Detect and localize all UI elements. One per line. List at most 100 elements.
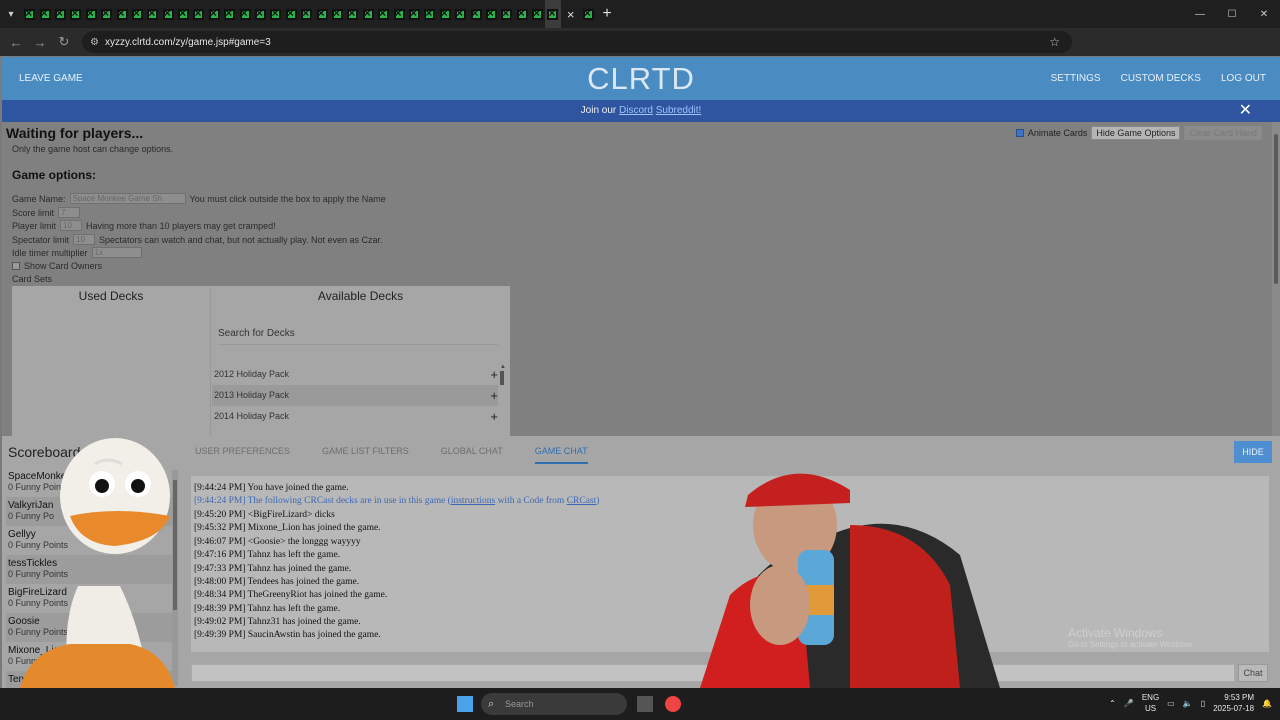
browser-tab[interactable] bbox=[422, 0, 437, 28]
chat-send-button[interactable]: Chat bbox=[1238, 664, 1268, 682]
browser-tab[interactable] bbox=[84, 0, 99, 28]
browser-tab[interactable] bbox=[299, 0, 314, 28]
scroll-thumb[interactable] bbox=[500, 371, 504, 385]
browser-tab[interactable] bbox=[253, 0, 268, 28]
subreddit-link[interactable]: Subreddit! bbox=[656, 105, 702, 116]
deck-item[interactable]: 2014 Holiday Pack + bbox=[212, 406, 498, 427]
tab-game-list-filters[interactable]: GAME LIST FILTERS bbox=[322, 446, 409, 464]
windows-start-icon[interactable] bbox=[457, 696, 473, 712]
animate-cards-checkbox[interactable] bbox=[1015, 129, 1024, 137]
browser-tab[interactable] bbox=[376, 0, 391, 28]
scroll-up-icon[interactable]: ▲ bbox=[500, 364, 506, 370]
back-icon[interactable]: ← bbox=[4, 35, 28, 50]
clear-hand-button[interactable]: Clear Card Hand bbox=[1184, 126, 1262, 140]
tray-overflow-icon[interactable]: ⌃ bbox=[1109, 699, 1116, 708]
tab-favicon-icon bbox=[301, 6, 313, 20]
taskbar-clock[interactable]: 9:53 PM 2025-07-18 bbox=[1213, 692, 1254, 714]
close-window-icon[interactable]: ✕ bbox=[1248, 0, 1280, 28]
logout-link[interactable]: LOG OUT bbox=[1221, 73, 1266, 84]
minimize-icon[interactable]: — bbox=[1184, 0, 1216, 28]
task-view-icon[interactable] bbox=[637, 696, 653, 712]
volume-icon[interactable]: 🔈 bbox=[1183, 699, 1193, 708]
browser-tab[interactable] bbox=[330, 0, 345, 28]
browser-tab[interactable] bbox=[499, 0, 514, 28]
tab-game-chat[interactable]: GAME CHAT bbox=[534, 446, 588, 464]
browser-tab[interactable] bbox=[222, 0, 237, 28]
hide-panel-button[interactable]: HIDE bbox=[1234, 441, 1272, 463]
tab-search-icon[interactable]: ▾ bbox=[0, 0, 22, 28]
crcast-link[interactable]: CRCast bbox=[304, 496, 334, 506]
battery-icon[interactable]: ▯ bbox=[1201, 699, 1205, 708]
browser-tab[interactable] bbox=[130, 0, 145, 28]
crcast-link[interactable]: CRCast bbox=[567, 496, 597, 506]
browser-tab[interactable] bbox=[176, 0, 191, 28]
browser-tab[interactable] bbox=[284, 0, 299, 28]
deck-item[interactable]: 2012 Holiday Pack + bbox=[212, 364, 498, 385]
browser-tab[interactable] bbox=[207, 0, 222, 28]
url-field[interactable]: ⚙ xyzzy.clrtd.com/zy/game.jsp#game=3 ☆ bbox=[82, 31, 1072, 53]
tab-favicon-icon bbox=[208, 6, 220, 20]
browser-tab[interactable] bbox=[145, 0, 160, 28]
custom-decks-link[interactable]: CUSTOM DECKS bbox=[1121, 73, 1201, 84]
microphone-icon[interactable]: 🎤 bbox=[1124, 699, 1134, 708]
browser-tab[interactable] bbox=[37, 0, 52, 28]
browser-tab[interactable] bbox=[53, 0, 68, 28]
player-limit-select[interactable]: 10 bbox=[60, 220, 83, 231]
browser-tab[interactable] bbox=[515, 0, 530, 28]
notification-icon[interactable]: 🔔 bbox=[1262, 699, 1272, 708]
site-info-icon[interactable]: ⚙ bbox=[90, 37, 99, 48]
browser-tab[interactable] bbox=[314, 0, 329, 28]
browser-tab[interactable] bbox=[161, 0, 176, 28]
browser-tab[interactable] bbox=[530, 0, 545, 28]
new-tab-button[interactable]: + bbox=[596, 5, 618, 23]
browser-tab[interactable] bbox=[191, 0, 206, 28]
page-scroll-thumb[interactable] bbox=[1274, 134, 1278, 284]
idle-timer-select[interactable]: 1x bbox=[91, 247, 142, 258]
browser-tab[interactable] bbox=[391, 0, 406, 28]
add-deck-icon[interactable]: + bbox=[490, 406, 498, 427]
bookmark-star-icon[interactable]: ☆ bbox=[1049, 35, 1060, 49]
settings-link[interactable]: SETTINGS bbox=[1051, 73, 1101, 84]
game-name-field[interactable]: Space Monkee Game Sh bbox=[69, 193, 186, 204]
instructions-link[interactable]: instructions bbox=[451, 496, 495, 506]
reload-icon[interactable]: ↻ bbox=[52, 34, 76, 50]
score-limit-select[interactable]: 7 bbox=[58, 207, 81, 218]
deck-item[interactable]: 2013 Holiday Pack + bbox=[212, 385, 498, 406]
discord-link[interactable]: Discord bbox=[619, 105, 653, 116]
webcam-overlay bbox=[700, 473, 1000, 688]
tab-favicon-icon bbox=[547, 6, 559, 20]
chrome-taskbar-icon[interactable] bbox=[665, 696, 681, 712]
browser-tab[interactable] bbox=[407, 0, 422, 28]
browser-tab[interactable] bbox=[237, 0, 252, 28]
hide-options-button[interactable]: Hide Game Options bbox=[1091, 126, 1181, 140]
tab-user-preferences[interactable]: USER PREFERENCES bbox=[195, 446, 290, 464]
close-banner-icon[interactable]: ✕ bbox=[1239, 100, 1252, 122]
tab-global-chat[interactable]: GLOBAL CHAT bbox=[441, 446, 503, 464]
browser-tab[interactable] bbox=[114, 0, 129, 28]
tab-close-icon[interactable]: × bbox=[561, 7, 581, 22]
deck-search-input[interactable]: Search for Decks bbox=[218, 328, 295, 339]
browser-tab[interactable] bbox=[22, 0, 37, 28]
browser-tab[interactable] bbox=[268, 0, 283, 28]
forward-icon[interactable]: → bbox=[28, 35, 52, 50]
browser-tab[interactable] bbox=[345, 0, 360, 28]
browser-tab[interactable] bbox=[438, 0, 453, 28]
taskbar-search[interactable]: ⌕ Search bbox=[481, 693, 627, 715]
page-scrollbar[interactable] bbox=[1272, 122, 1280, 436]
browser-tab[interactable] bbox=[361, 0, 376, 28]
browser-tab[interactable] bbox=[99, 0, 114, 28]
show-owners-checkbox[interactable] bbox=[12, 262, 20, 270]
browser-tab[interactable] bbox=[545, 0, 561, 28]
add-deck-icon[interactable]: + bbox=[490, 364, 498, 385]
network-icon[interactable]: ▭ bbox=[1167, 699, 1175, 708]
language-indicator[interactable]: ENG US bbox=[1142, 692, 1159, 714]
add-deck-icon[interactable]: + bbox=[490, 385, 498, 406]
deck-list-scrollbar[interactable]: ▲ bbox=[500, 364, 506, 436]
browser-tab[interactable] bbox=[453, 0, 468, 28]
browser-tab[interactable] bbox=[581, 0, 596, 28]
browser-tab[interactable] bbox=[484, 0, 499, 28]
maximize-icon[interactable]: ☐ bbox=[1216, 0, 1248, 28]
spectator-limit-select[interactable]: 10 bbox=[73, 234, 96, 245]
browser-tab[interactable] bbox=[68, 0, 83, 28]
browser-tab[interactable] bbox=[468, 0, 483, 28]
